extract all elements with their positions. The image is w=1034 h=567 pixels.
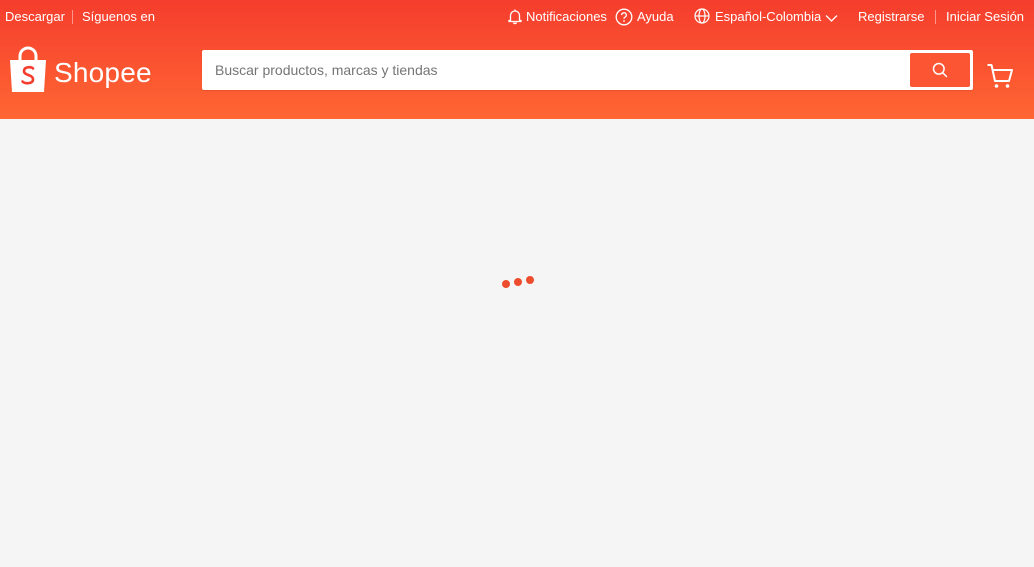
notifications-link[interactable]: Notificaciones: [526, 9, 607, 25]
loading-dot: [526, 276, 534, 284]
login-link[interactable]: Iniciar Sesión: [946, 9, 1024, 25]
shopee-logo[interactable]: Shopee: [8, 46, 158, 96]
search-icon: [932, 62, 948, 78]
language-selector[interactable]: Español-Colombia: [715, 9, 821, 25]
main-content: [0, 119, 1034, 567]
loading-dot: [502, 280, 510, 288]
shopee-bag-icon: [10, 46, 46, 92]
search-button[interactable]: [910, 53, 970, 87]
header: Descargar Síguenos en Notificaciones Ayu…: [0, 0, 1034, 119]
help-link[interactable]: Ayuda: [637, 9, 674, 25]
loading-dot: [514, 278, 522, 286]
follow-us-link[interactable]: Síguenos en: [82, 9, 155, 25]
divider: [935, 10, 936, 24]
globe-icon[interactable]: [694, 8, 710, 27]
divider: [72, 10, 73, 24]
register-link[interactable]: Registrarse: [858, 9, 924, 25]
chevron-down-icon[interactable]: [825, 11, 838, 26]
download-link[interactable]: Descargar: [5, 9, 65, 25]
help-circle-icon[interactable]: [615, 8, 633, 29]
logo-wordmark: Shopee: [54, 57, 152, 88]
cart-icon: [987, 64, 1013, 88]
search-bar: [202, 50, 973, 90]
bell-icon[interactable]: [507, 8, 523, 28]
top-navbar: Descargar Síguenos en Notificaciones Ayu…: [0, 0, 1034, 34]
cart-button[interactable]: [986, 62, 1016, 92]
search-input[interactable]: [202, 50, 902, 90]
